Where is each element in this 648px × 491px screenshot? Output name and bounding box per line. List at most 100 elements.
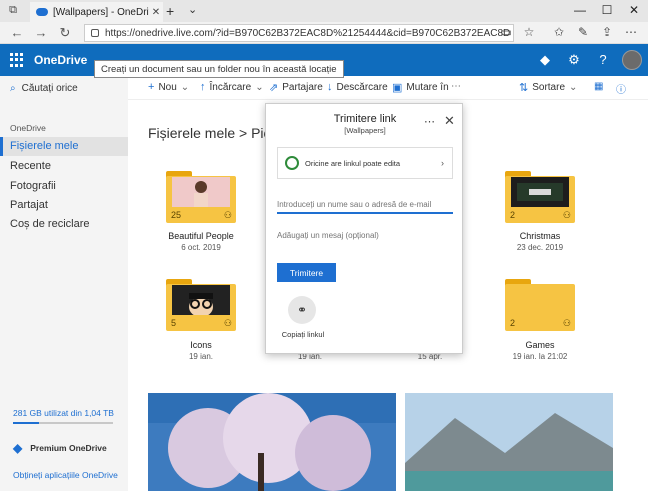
settings-gear-icon[interactable]: ⚙ xyxy=(565,52,583,68)
folder-name[interactable]: Beautiful People xyxy=(146,231,256,241)
share-browser-icon[interactable]: ⇪ xyxy=(598,25,616,39)
item-count: 2 xyxy=(510,318,516,328)
permission-label: Oricine are linkul poate edita xyxy=(305,158,401,168)
tab-actions-icon[interactable]: ⧉ xyxy=(6,4,20,18)
item-count: 5 xyxy=(171,318,177,328)
left-nav: OneDrive Fișierele mele Recente Fotograf… xyxy=(0,100,128,491)
tab-close-icon[interactable]: ✕ xyxy=(149,7,163,18)
folder-date: 19 ian. xyxy=(188,352,214,361)
search-icon: ⌕ xyxy=(10,82,16,94)
favorites-icon[interactable]: ✩ xyxy=(550,25,568,39)
message-input[interactable] xyxy=(277,228,453,242)
close-window-icon[interactable]: ✕ xyxy=(624,3,644,17)
onedrive-cloud-icon xyxy=(36,8,48,16)
forward-icon[interactable]: → xyxy=(32,25,50,40)
folder-date: 6 oct. 2019 xyxy=(181,243,221,252)
view-grid-icon[interactable]: ▦ xyxy=(594,81,603,92)
folder-thumbnail xyxy=(172,285,230,317)
folder-tile[interactable]: 5 ⚇ xyxy=(166,279,236,331)
back-icon[interactable]: ← xyxy=(8,25,26,40)
storage-bar-fill xyxy=(13,422,39,424)
share-icon: ⇗ xyxy=(269,82,279,94)
share-label: Partajare xyxy=(282,82,323,93)
get-apps-link[interactable]: Obțineți aplicațiile OneDrive xyxy=(13,470,118,480)
new-tab-icon[interactable]: + xyxy=(166,3,174,19)
download-button[interactable]: ↓ Descărcare xyxy=(327,81,388,93)
folder-tile[interactable]: 2 ⚇ xyxy=(505,279,575,331)
recipient-input[interactable] xyxy=(277,197,453,214)
photo-thumbnail[interactable] xyxy=(405,393,613,491)
premium-label: Premium OneDrive xyxy=(30,443,107,453)
photo-thumbnail[interactable] xyxy=(148,393,396,491)
chevron-right-icon: › xyxy=(441,158,444,168)
nav-heading: OneDrive xyxy=(10,123,46,133)
chevron-down-icon: ⌄ xyxy=(180,81,190,93)
maximize-icon[interactable]: ☐ xyxy=(597,3,617,17)
search-placeholder: Căutați orice xyxy=(21,82,78,94)
send-button[interactable]: Trimitere xyxy=(277,263,336,282)
nav-item-recycle-bin[interactable]: Coș de reciclare xyxy=(0,215,128,234)
storage-bar xyxy=(13,422,113,424)
sort-icon: ⇅ xyxy=(519,82,529,94)
lock-icon xyxy=(91,29,99,37)
chevron-down-icon: ⌄ xyxy=(255,81,264,93)
browser-tab[interactable]: [Wallpapers] - OneDrive ✕ xyxy=(30,2,163,22)
info-icon[interactable]: ⓘ xyxy=(616,81,626,96)
folder-date: 23 dec. 2019 xyxy=(516,243,564,252)
avatar[interactable] xyxy=(622,50,642,70)
move-label: Mutare în xyxy=(406,82,449,93)
nav-item-my-files[interactable]: Fișierele mele xyxy=(0,137,128,156)
search-box[interactable]: ⌕ Căutați orice xyxy=(0,76,128,100)
upload-icon: ↑ xyxy=(200,81,206,93)
tooltip: Creați un document sau un folder nou în … xyxy=(94,60,344,78)
copy-link-label[interactable]: Copiați linkul xyxy=(270,330,336,339)
tab-list-chevron-icon[interactable]: ⌄ xyxy=(188,3,197,16)
command-bar: ⌕ Căutați orice + Nou ⌄ ↑ Încărcare ⌄ ⇗ … xyxy=(0,76,648,100)
address-bar-row: ← → ↻ https://onedrive.live.com/?id=B970… xyxy=(0,22,648,44)
more-commands-icon[interactable]: ⋯ xyxy=(451,81,461,92)
folder-tile[interactable]: 2 ⚇ xyxy=(505,171,575,223)
chevron-down-icon: ⌄ xyxy=(569,82,578,93)
download-label: Descărcare xyxy=(336,81,388,93)
nav-item-shared[interactable]: Partajat xyxy=(0,196,128,215)
folder-name[interactable]: Games xyxy=(485,340,595,350)
app-launcher-icon[interactable] xyxy=(10,53,24,67)
minimize-icon[interactable]: — xyxy=(570,3,590,17)
browser-tab-bar: ⧉ [Wallpapers] - OneDrive ✕ + ⌄ — ☐ ✕ xyxy=(0,0,648,22)
item-count: 25 xyxy=(171,210,182,220)
link-permission-selector[interactable]: Oricine are linkul poate edita › xyxy=(277,147,453,179)
help-icon[interactable]: ? xyxy=(594,52,612,67)
new-button[interactable]: + Nou ⌄ xyxy=(148,81,189,93)
favorite-star-icon[interactable]: ☆ xyxy=(520,25,538,39)
breadcrumb[interactable]: Fișierele mele > Pictu xyxy=(148,125,282,141)
refresh-icon[interactable]: ↻ xyxy=(56,25,74,41)
folder-tile[interactable]: 25 ⚇ xyxy=(166,171,236,223)
notes-icon[interactable]: ✎ xyxy=(574,25,592,39)
storage-usage[interactable]: 281 GB utilizat din 1,04 TB xyxy=(13,408,114,418)
upload-button[interactable]: ↑ Încărcare ⌄ xyxy=(200,81,264,93)
shared-people-icon: ⚇ xyxy=(562,210,571,220)
brand-title[interactable]: OneDrive xyxy=(34,53,87,67)
dialog-close-icon[interactable]: ✕ xyxy=(444,113,455,129)
diamond-icon: ◆ xyxy=(13,441,23,455)
dialog-more-icon[interactable]: ⋯ xyxy=(424,115,435,128)
globe-icon xyxy=(285,156,299,170)
nav-item-photos[interactable]: Fotografii xyxy=(0,177,128,196)
premium-diamond-icon[interactable]: ◆ xyxy=(536,52,554,68)
folder-name[interactable]: Christmas xyxy=(485,231,595,241)
item-count: 2 xyxy=(510,210,516,220)
premium-link[interactable]: ◆ Premium OneDrive xyxy=(13,441,107,455)
url-field[interactable]: https://onedrive.live.com/?id=B970C62B37… xyxy=(84,24,514,42)
sort-button[interactable]: ⇅ Sortare ⌄ xyxy=(519,81,577,94)
move-to-button[interactable]: ▣ Mutare în xyxy=(392,81,449,94)
share-button[interactable]: ⇗ Partajare xyxy=(269,81,323,94)
upload-label: Încărcare xyxy=(209,81,252,93)
copy-link-icon[interactable]: ⚭ xyxy=(288,296,316,324)
nav-item-recent[interactable]: Recente xyxy=(0,157,128,176)
move-folder-icon: ▣ xyxy=(392,82,403,94)
folder-name[interactable]: Icons xyxy=(146,340,256,350)
reading-view-icon[interactable]: ▭ xyxy=(497,25,515,39)
more-icon[interactable]: ⋯ xyxy=(622,25,640,39)
plus-icon: + xyxy=(148,81,155,93)
folder-date: 19 ian. la 21:02 xyxy=(512,352,568,361)
